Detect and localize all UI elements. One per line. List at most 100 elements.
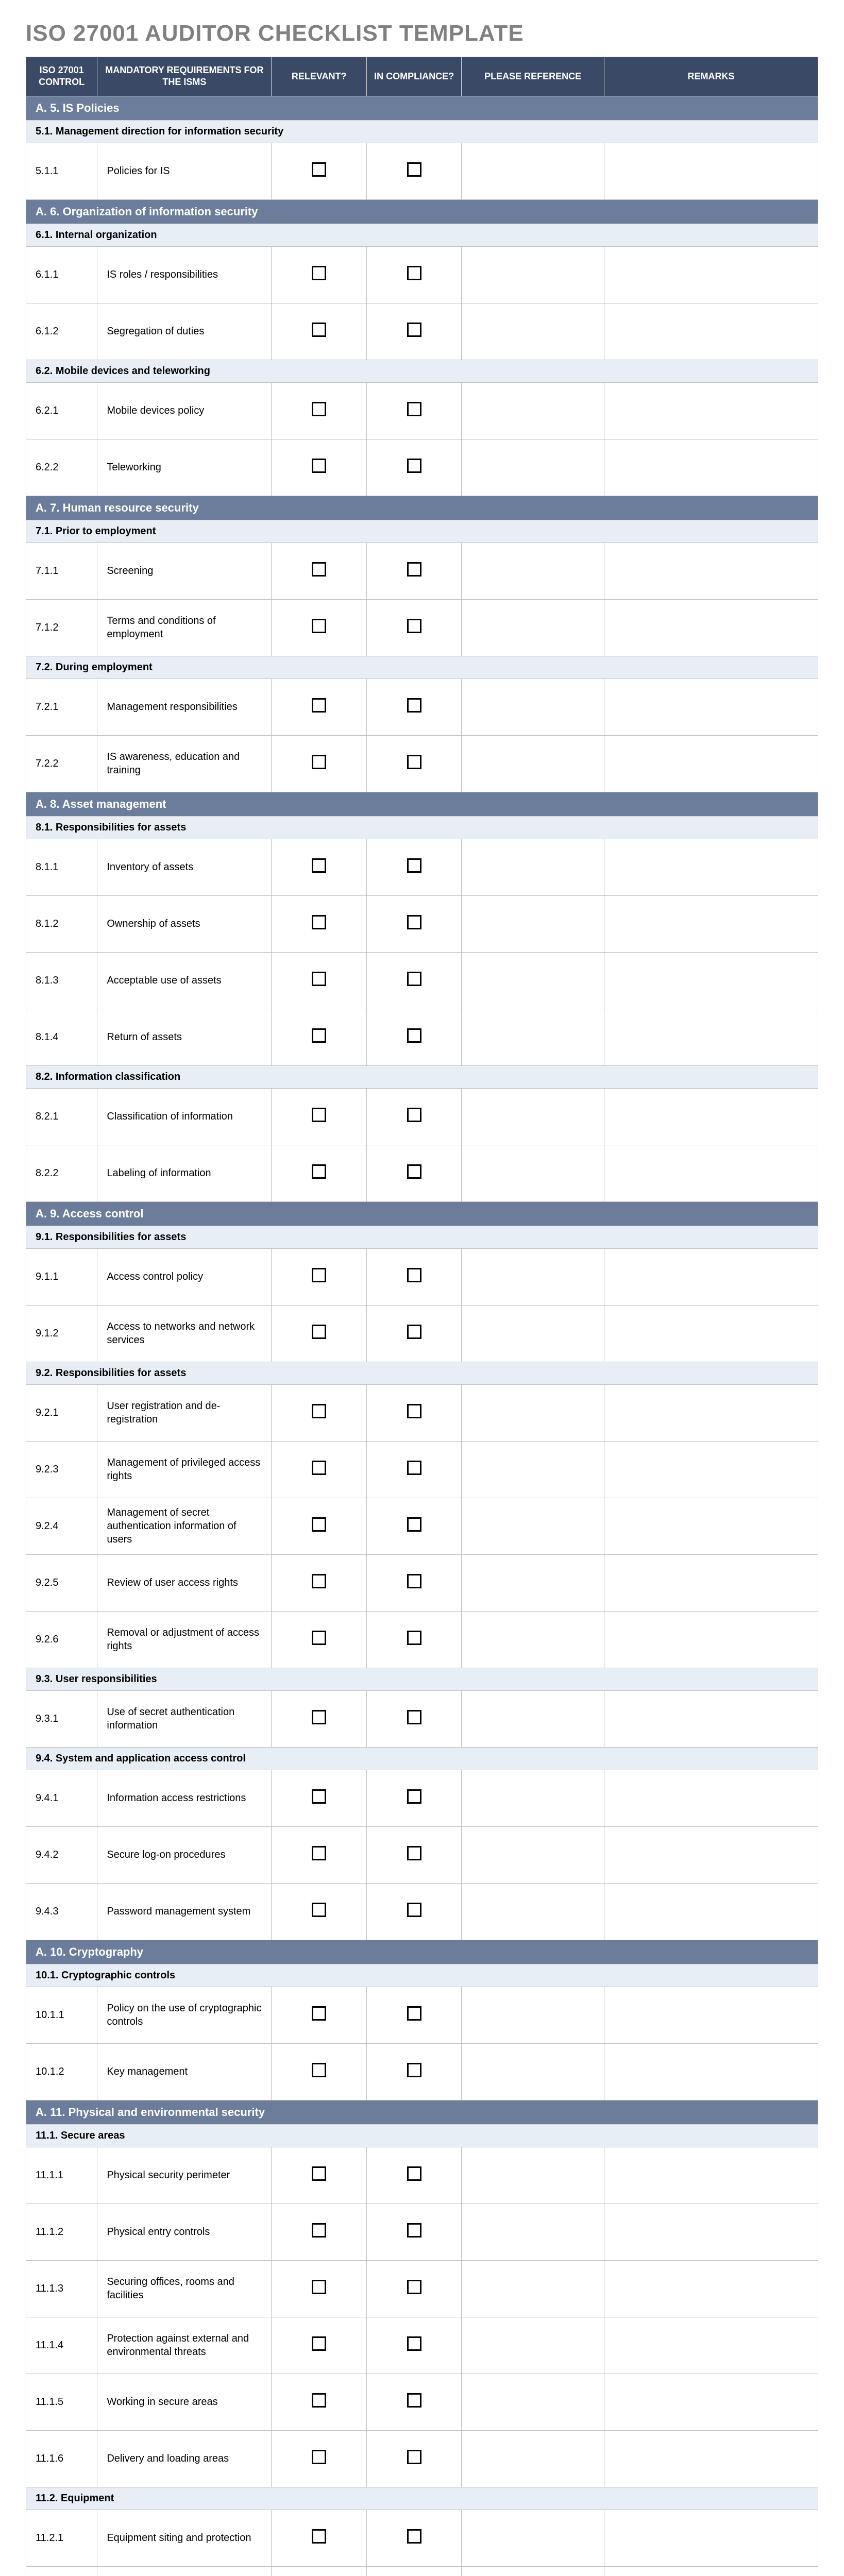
remarks-cell[interactable] (604, 1826, 818, 1883)
compliance-checkbox[interactable] (407, 1710, 421, 1724)
relevant-checkbox[interactable] (312, 323, 326, 337)
remarks-cell[interactable] (604, 1690, 818, 1747)
reference-cell[interactable] (462, 2430, 604, 2487)
compliance-checkbox[interactable] (407, 162, 421, 177)
reference-cell[interactable] (462, 1498, 604, 1554)
relevant-checkbox[interactable] (312, 972, 326, 986)
reference-cell[interactable] (462, 2510, 604, 2566)
compliance-checkbox[interactable] (407, 562, 421, 577)
reference-cell[interactable] (462, 303, 604, 360)
compliance-checkbox[interactable] (407, 915, 421, 929)
reference-cell[interactable] (462, 2043, 604, 2100)
relevant-checkbox[interactable] (312, 459, 326, 473)
relevant-checkbox[interactable] (312, 1517, 326, 1532)
reference-cell[interactable] (462, 1770, 604, 1826)
compliance-checkbox[interactable] (407, 755, 421, 769)
relevant-checkbox[interactable] (312, 698, 326, 713)
relevant-checkbox[interactable] (312, 2529, 326, 2544)
reference-cell[interactable] (462, 246, 604, 303)
relevant-checkbox[interactable] (312, 1903, 326, 1917)
relevant-checkbox[interactable] (312, 562, 326, 577)
reference-cell[interactable] (462, 1305, 604, 1362)
compliance-checkbox[interactable] (407, 323, 421, 337)
compliance-checkbox[interactable] (407, 1903, 421, 1917)
relevant-checkbox[interactable] (312, 1268, 326, 1282)
remarks-cell[interactable] (604, 382, 818, 439)
relevant-checkbox[interactable] (312, 1108, 326, 1122)
compliance-checkbox[interactable] (407, 1461, 421, 1475)
compliance-checkbox[interactable] (407, 619, 421, 633)
compliance-checkbox[interactable] (407, 1789, 421, 1804)
remarks-cell[interactable] (604, 1554, 818, 1611)
reference-cell[interactable] (462, 2204, 604, 2260)
reference-cell[interactable] (462, 839, 604, 895)
reference-cell[interactable] (462, 1441, 604, 1498)
compliance-checkbox[interactable] (407, 2336, 421, 2351)
reference-cell[interactable] (462, 1826, 604, 1883)
relevant-checkbox[interactable] (312, 1789, 326, 1804)
remarks-cell[interactable] (604, 2147, 818, 2204)
remarks-cell[interactable] (604, 895, 818, 952)
relevant-checkbox[interactable] (312, 2063, 326, 2077)
remarks-cell[interactable] (604, 839, 818, 895)
compliance-checkbox[interactable] (407, 266, 421, 280)
relevant-checkbox[interactable] (312, 2280, 326, 2294)
reference-cell[interactable] (462, 2566, 604, 2576)
remarks-cell[interactable] (604, 1145, 818, 1201)
remarks-cell[interactable] (604, 599, 818, 656)
reference-cell[interactable] (462, 1384, 604, 1441)
relevant-checkbox[interactable] (312, 1164, 326, 1179)
relevant-checkbox[interactable] (312, 162, 326, 177)
compliance-checkbox[interactable] (407, 1028, 421, 1043)
remarks-cell[interactable] (604, 1384, 818, 1441)
remarks-cell[interactable] (604, 1883, 818, 1940)
remarks-cell[interactable] (604, 2510, 818, 2566)
relevant-checkbox[interactable] (312, 1325, 326, 1339)
remarks-cell[interactable] (604, 1441, 818, 1498)
reference-cell[interactable] (462, 1248, 604, 1305)
compliance-checkbox[interactable] (407, 1846, 421, 1860)
reference-cell[interactable] (462, 1611, 604, 1668)
reference-cell[interactable] (462, 1009, 604, 1065)
remarks-cell[interactable] (604, 679, 818, 735)
relevant-checkbox[interactable] (312, 2336, 326, 2351)
reference-cell[interactable] (462, 735, 604, 792)
compliance-checkbox[interactable] (407, 858, 421, 873)
compliance-checkbox[interactable] (407, 1631, 421, 1645)
remarks-cell[interactable] (604, 2260, 818, 2317)
reference-cell[interactable] (462, 895, 604, 952)
compliance-checkbox[interactable] (407, 1108, 421, 1122)
remarks-cell[interactable] (604, 303, 818, 360)
remarks-cell[interactable] (604, 2204, 818, 2260)
relevant-checkbox[interactable] (312, 1574, 326, 1588)
remarks-cell[interactable] (604, 1248, 818, 1305)
compliance-checkbox[interactable] (407, 972, 421, 986)
compliance-checkbox[interactable] (407, 459, 421, 473)
reference-cell[interactable] (462, 952, 604, 1009)
relevant-checkbox[interactable] (312, 1631, 326, 1645)
reference-cell[interactable] (462, 1088, 604, 1145)
remarks-cell[interactable] (604, 1987, 818, 2043)
remarks-cell[interactable] (604, 2566, 818, 2576)
remarks-cell[interactable] (604, 1009, 818, 1065)
remarks-cell[interactable] (604, 735, 818, 792)
reference-cell[interactable] (462, 2147, 604, 2204)
reference-cell[interactable] (462, 143, 604, 199)
remarks-cell[interactable] (604, 2043, 818, 2100)
relevant-checkbox[interactable] (312, 2223, 326, 2238)
compliance-checkbox[interactable] (407, 2006, 421, 2021)
relevant-checkbox[interactable] (312, 1028, 326, 1043)
compliance-checkbox[interactable] (407, 1574, 421, 1588)
compliance-checkbox[interactable] (407, 1325, 421, 1339)
reference-cell[interactable] (462, 1883, 604, 1940)
remarks-cell[interactable] (604, 2430, 818, 2487)
relevant-checkbox[interactable] (312, 915, 326, 929)
compliance-checkbox[interactable] (407, 2529, 421, 2544)
reference-cell[interactable] (462, 1987, 604, 2043)
relevant-checkbox[interactable] (312, 266, 326, 280)
reference-cell[interactable] (462, 543, 604, 599)
remarks-cell[interactable] (604, 143, 818, 199)
reference-cell[interactable] (462, 599, 604, 656)
reference-cell[interactable] (462, 1145, 604, 1201)
remarks-cell[interactable] (604, 1305, 818, 1362)
